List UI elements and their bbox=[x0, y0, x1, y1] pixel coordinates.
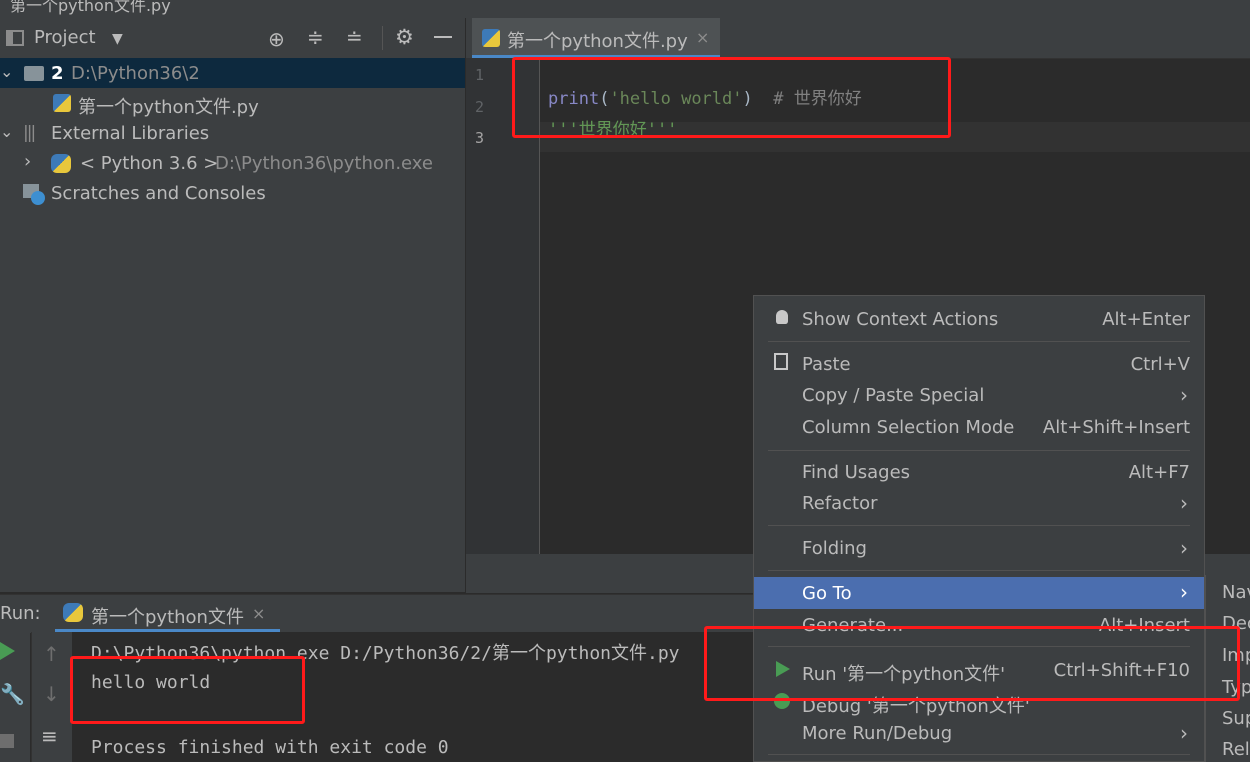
tree-item-label: 2 bbox=[51, 63, 64, 84]
menu-item-shortcut: Ctrl+V bbox=[1130, 354, 1190, 375]
tree-item-label: Scratches and Consoles bbox=[51, 183, 266, 204]
run-tab-label[interactable]: 第一个python文件 bbox=[91, 603, 244, 629]
libraries-icon: ||| bbox=[23, 123, 36, 143]
chevron-right-icon: › bbox=[1180, 383, 1188, 407]
rerun-icon[interactable] bbox=[0, 642, 15, 660]
tab-label: 第一个python文件.py bbox=[507, 31, 688, 52]
menu-item-label: Show Context Actions bbox=[802, 309, 999, 330]
python-file-icon bbox=[53, 94, 71, 112]
menu-separator bbox=[768, 341, 1190, 342]
submenu-item[interactable]: Sup bbox=[1222, 708, 1250, 729]
menu-item-go-to[interactable]: Go To › bbox=[754, 577, 1204, 609]
bulb-icon bbox=[776, 310, 788, 324]
python-icon bbox=[51, 154, 71, 173]
menu-item-refactor[interactable]: Refactor › bbox=[754, 488, 1204, 519]
menu-item-shortcut: Alt+Shift+Insert bbox=[1042, 417, 1190, 438]
tab-python-file[interactable]: 第一个python文件.py × bbox=[472, 18, 720, 58]
tree-item-external-libraries[interactable]: ⌄ ||| External Libraries bbox=[0, 118, 465, 148]
console-line: Process finished with exit code 0 bbox=[91, 737, 449, 758]
menu-item-folding[interactable]: Folding › bbox=[754, 533, 1204, 564]
tree-item-python-sdk[interactable]: › < Python 3.6 > D:\Python36\python.exe bbox=[0, 148, 465, 178]
annotation-box-code bbox=[512, 57, 951, 138]
run-toolbar-secondary: ↑ ↓ ≡ bbox=[31, 632, 72, 762]
project-view-icon[interactable] bbox=[6, 30, 24, 46]
menu-separator bbox=[768, 570, 1190, 571]
soft-wrap-icon[interactable]: ≡ bbox=[41, 724, 58, 748]
tree-item-path: D:\Python36\2 bbox=[71, 63, 200, 84]
tree-item-label: < Python 3.6 > bbox=[80, 153, 219, 174]
clock-badge-icon bbox=[31, 191, 45, 205]
menu-item-label: More Run/Debug bbox=[802, 723, 953, 744]
chevron-down-icon[interactable]: ▼ bbox=[112, 31, 123, 47]
menu-item-label: Folding bbox=[802, 538, 867, 559]
menu-item-label: Copy / Paste Special bbox=[802, 385, 985, 406]
chevron-right-icon[interactable]: › bbox=[24, 151, 31, 172]
run-panel-label: Run: bbox=[0, 603, 41, 624]
folder-icon bbox=[24, 66, 44, 81]
chevron-right-icon: › bbox=[1180, 536, 1188, 560]
chevron-down-icon[interactable]: ⌄ bbox=[0, 62, 13, 81]
menu-item-column-selection-mode[interactable]: Column Selection Mode Alt+Shift+Insert bbox=[754, 412, 1204, 443]
menu-item-copy-paste-special[interactable]: Copy / Paste Special › bbox=[754, 380, 1204, 411]
menu-item-label: Column Selection Mode bbox=[802, 417, 1015, 438]
project-panel-header: Project ▼ ⊕ ≑ ≐ ⚙ bbox=[0, 18, 465, 59]
window-title: 第一个python文件.py bbox=[10, 0, 171, 15]
submenu-item[interactable]: Rel bbox=[1222, 739, 1250, 760]
menu-item-label: Paste bbox=[802, 354, 851, 375]
chevron-down-icon[interactable]: ⌄ bbox=[0, 122, 13, 141]
collapse-all-icon[interactable]: ≐ bbox=[346, 25, 363, 49]
menu-item-shortcut: Alt+F7 bbox=[1128, 462, 1190, 483]
expand-all-icon[interactable]: ≑ bbox=[307, 25, 324, 49]
arrow-up-icon[interactable]: ↑ bbox=[43, 642, 60, 666]
chevron-right-icon: › bbox=[1180, 491, 1188, 515]
python-icon bbox=[63, 603, 83, 622]
arrow-down-icon[interactable]: ↓ bbox=[43, 682, 60, 706]
submenu-item[interactable]: Nav bbox=[1222, 582, 1250, 603]
menu-item-more-run-debug[interactable]: More Run/Debug › bbox=[754, 718, 1204, 749]
chevron-right-icon: › bbox=[1180, 721, 1188, 745]
minimize-icon[interactable] bbox=[434, 36, 452, 38]
wrench-icon[interactable]: 🔧 bbox=[0, 682, 25, 706]
close-icon[interactable]: × bbox=[252, 604, 265, 623]
chevron-right-icon: › bbox=[1180, 580, 1188, 604]
line-number: 1 bbox=[475, 66, 485, 84]
tree-item-project-root[interactable]: ⌄ 2 D:\Python36\2 bbox=[0, 58, 465, 88]
annotation-box-output bbox=[70, 656, 305, 724]
python-file-icon bbox=[482, 29, 500, 47]
menu-separator bbox=[768, 525, 1190, 526]
line-number: 3 bbox=[475, 129, 485, 147]
menu-separator bbox=[768, 754, 1190, 755]
divider bbox=[382, 26, 383, 50]
gear-icon[interactable]: ⚙ bbox=[395, 25, 414, 49]
menu-item-shortcut: Alt+Enter bbox=[1102, 309, 1190, 330]
tree-item-label: External Libraries bbox=[51, 123, 210, 144]
tree-item-path: D:\Python36\python.exe bbox=[215, 153, 433, 174]
tree-item-label: 第一个python文件.py bbox=[78, 97, 259, 118]
tree-item-scratches[interactable]: Scratches and Consoles bbox=[0, 178, 465, 208]
tree-item-python-file[interactable]: 第一个python文件.py bbox=[0, 88, 465, 118]
stop-icon[interactable] bbox=[0, 734, 14, 748]
run-toolbar: 🔧 bbox=[0, 632, 30, 762]
line-number: 2 bbox=[475, 98, 485, 116]
menu-item-label: Find Usages bbox=[802, 462, 911, 483]
menu-item-label: Go To bbox=[802, 583, 852, 604]
menu-separator bbox=[768, 450, 1190, 451]
window-title-bar: 第一个python文件.py bbox=[0, 0, 1250, 18]
locate-icon[interactable]: ⊕ bbox=[268, 27, 285, 51]
annotation-box-run-item bbox=[704, 626, 1240, 701]
project-view-title[interactable]: Project bbox=[34, 27, 96, 48]
menu-item-show-context-actions[interactable]: Show Context Actions Alt+Enter bbox=[754, 304, 1204, 335]
close-icon[interactable]: × bbox=[696, 28, 709, 47]
menu-item-find-usages[interactable]: Find Usages Alt+F7 bbox=[754, 457, 1204, 488]
menu-item-label: Refactor bbox=[802, 493, 878, 514]
clipboard-icon bbox=[774, 353, 788, 370]
menu-item-paste[interactable]: Paste Ctrl+V bbox=[754, 349, 1204, 380]
